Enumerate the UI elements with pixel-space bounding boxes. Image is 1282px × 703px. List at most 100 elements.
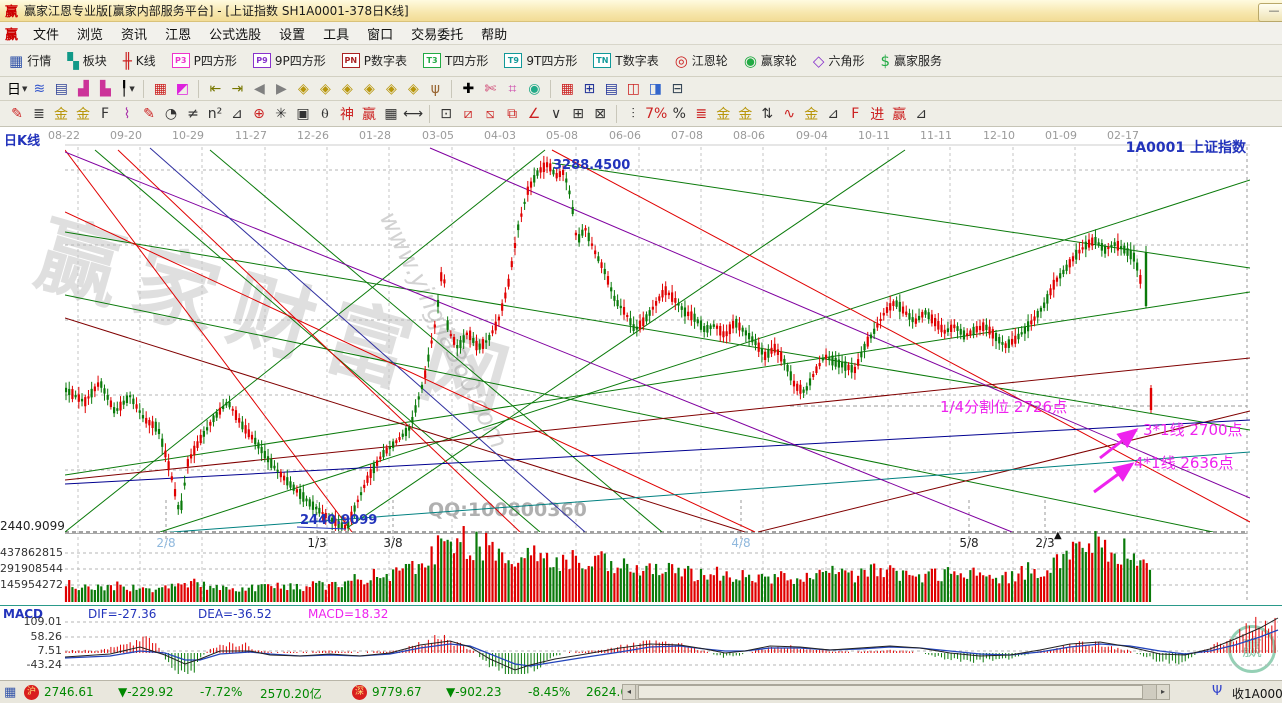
toolbar-button-sectors[interactable]: ▚板块 xyxy=(64,49,110,73)
toolbar-button-gann-wheel[interactable]: ◎江恩轮 xyxy=(672,49,731,73)
hand-drag-icon[interactable]: ψ xyxy=(425,79,445,99)
first-bar-icon[interactable]: ⇤ xyxy=(205,79,225,99)
scroll-thumb[interactable] xyxy=(638,685,1143,699)
last-bar-icon[interactable]: ⇥ xyxy=(227,79,247,99)
draw-tool-39-icon[interactable]: F xyxy=(845,104,865,124)
color-chart-icon[interactable]: ◩ xyxy=(172,79,192,99)
draw-tool-30-icon[interactable]: 7% xyxy=(645,104,667,124)
menu-item-2[interactable]: 资讯 xyxy=(112,22,156,45)
info-panel-icon[interactable]: ▤ xyxy=(51,79,71,99)
draw-tool-6-icon[interactable]: ✎ xyxy=(139,104,159,124)
draw-tool-25-icon[interactable]: ∨ xyxy=(546,104,566,124)
calendar-icon[interactable]: ▦ xyxy=(557,79,577,99)
draw-tool-5-icon[interactable]: ⌇ xyxy=(117,104,137,124)
scroll-track[interactable] xyxy=(636,684,1156,700)
scroll-right-arrow[interactable]: ▸ xyxy=(1156,684,1170,700)
draw-tool-12-icon[interactable]: ✳ xyxy=(271,104,291,124)
toolbar-button-9p-square[interactable]: P99P四方形 xyxy=(250,49,329,73)
crosshair-icon[interactable]: ✚ xyxy=(458,79,478,99)
save-icon[interactable]: ◫ xyxy=(623,79,643,99)
toolbar-button-t-square[interactable]: T3T四方形 xyxy=(420,49,491,73)
draw-tool-3-icon[interactable]: 金 xyxy=(73,104,93,124)
draw-tool-29-icon[interactable]: ⫶ xyxy=(623,104,643,124)
draw-tool-18-icon[interactable]: ⟷ xyxy=(403,104,423,124)
calculator-icon[interactable]: ⊞ xyxy=(579,79,599,99)
menu-item-8[interactable]: 交易委托 xyxy=(402,22,472,45)
draw-tool-24-icon[interactable]: ∠ xyxy=(524,104,544,124)
minimize-button[interactable]: — xyxy=(1258,3,1282,22)
menu-item-7[interactable]: 窗口 xyxy=(358,22,402,45)
draw-tool-32-icon[interactable]: ≣ xyxy=(691,104,711,124)
toolbar-button-winner-wheel[interactable]: ◉赢家轮 xyxy=(741,49,800,73)
horizontal-scrollbar[interactable]: ◂ ▸ xyxy=(622,684,1170,700)
notes-icon[interactable]: ▤ xyxy=(601,79,621,99)
candle-style-icon[interactable]: ╿▼ xyxy=(117,79,137,99)
toolbar-button-kline[interactable]: ╫K线 xyxy=(120,49,159,73)
status-grid-icon[interactable]: ▦ xyxy=(4,685,16,700)
draw-tool-20-icon[interactable]: ⊡ xyxy=(436,104,456,124)
menu-item-9[interactable]: 帮助 xyxy=(472,22,516,45)
draw-tool-1-icon[interactable]: ≣ xyxy=(29,104,49,124)
draw-tool-11-icon[interactable]: ⊕ xyxy=(249,104,269,124)
toolbar-button-t-number-table[interactable]: TNT数字表 xyxy=(590,49,661,73)
draw-tool-40-icon[interactable]: 进 xyxy=(867,104,887,124)
measure-tool-icon[interactable]: ⌗ xyxy=(502,79,522,99)
toolbar-button-p-square[interactable]: P3P四方形 xyxy=(169,49,240,73)
small-chart-9-icon[interactable]: ▙ xyxy=(95,79,115,99)
menu-item-1[interactable]: 浏览 xyxy=(68,22,112,45)
toolbar-button-9t-square[interactable]: T99T四方形 xyxy=(501,49,580,73)
trend-tool-icon[interactable]: ≋ xyxy=(29,79,49,99)
toolbar-button-p-number-table[interactable]: PNP数字表 xyxy=(339,49,410,73)
menu-item-4[interactable]: 公式选股 xyxy=(200,22,270,45)
draw-tool-31-icon[interactable]: % xyxy=(669,104,689,124)
draw-tool-23-icon[interactable]: ⧉ xyxy=(502,104,522,124)
gann-angle-5-icon[interactable]: ◈ xyxy=(381,79,401,99)
prev-bar-icon[interactable]: ◀ xyxy=(249,79,269,99)
draw-tool-4-icon[interactable]: F xyxy=(95,104,115,124)
small-chart-3-icon[interactable]: ▟ xyxy=(73,79,93,99)
draw-tool-21-icon[interactable]: ⧄ xyxy=(458,104,478,124)
draw-tool-41-icon[interactable]: 赢 xyxy=(889,104,909,124)
toolbar-button-winner-service[interactable]: $赢家服务 xyxy=(877,49,945,73)
draw-tool-0-icon[interactable]: ✎ xyxy=(7,104,27,124)
draw-tool-26-icon[interactable]: ⊞ xyxy=(568,104,588,124)
toolbar-button-hexagon[interactable]: ◇六角形 xyxy=(810,49,868,73)
chart-region[interactable]: 赢家财富网 www.yingjia360.com QQ:100800360 赢 … xyxy=(0,127,1282,680)
print-icon[interactable]: ⊟ xyxy=(667,79,687,99)
draw-tool-27-icon[interactable]: ⊠ xyxy=(590,104,610,124)
draw-tool-35-icon[interactable]: ⇅ xyxy=(757,104,777,124)
draw-tool-2-icon[interactable]: 金 xyxy=(51,104,71,124)
export-icon[interactable]: ◨ xyxy=(645,79,665,99)
toolbar-button-quotes[interactable]: ▦行情 xyxy=(6,49,54,73)
draw-tool-34-icon[interactable]: 金 xyxy=(735,104,755,124)
gann-angle-6-icon[interactable]: ◈ xyxy=(403,79,423,99)
red-frame-icon[interactable]: ▦ xyxy=(150,79,170,99)
menu-item-5[interactable]: 设置 xyxy=(270,22,314,45)
chart-canvas[interactable] xyxy=(0,127,1282,680)
cut-tool-icon[interactable]: ✄ xyxy=(480,79,500,99)
draw-tool-16-icon[interactable]: 赢 xyxy=(359,104,379,124)
draw-tool-33-icon[interactable]: 金 xyxy=(713,104,733,124)
gann-angle-4-icon[interactable]: ◈ xyxy=(359,79,379,99)
gann-angle-1-icon[interactable]: ◈ xyxy=(293,79,313,99)
draw-tool-9-icon[interactable]: n² xyxy=(205,104,225,124)
analysis-tool-icon[interactable]: ◉ xyxy=(524,79,544,99)
draw-tool-14-icon[interactable]: ⍬ xyxy=(315,104,335,124)
draw-tool-13-icon[interactable]: ▣ xyxy=(293,104,313,124)
menu-item-3[interactable]: 江恩 xyxy=(156,22,200,45)
period-selector-icon[interactable]: 日▼ xyxy=(7,79,27,99)
draw-tool-22-icon[interactable]: ⧅ xyxy=(480,104,500,124)
draw-tool-17-icon[interactable]: ▦ xyxy=(381,104,401,124)
draw-tool-42-icon[interactable]: ⊿ xyxy=(911,104,931,124)
draw-tool-8-icon[interactable]: ≠ xyxy=(183,104,203,124)
menu-item-6[interactable]: 工具 xyxy=(314,22,358,45)
draw-tool-15-icon[interactable]: 神 xyxy=(337,104,357,124)
gann-angle-2-icon[interactable]: ◈ xyxy=(315,79,335,99)
draw-tool-7-icon[interactable]: ◔ xyxy=(161,104,181,124)
menu-item-0[interactable]: 文件 xyxy=(24,22,68,45)
gann-angle-3-icon[interactable]: ◈ xyxy=(337,79,357,99)
draw-tool-38-icon[interactable]: ⊿ xyxy=(823,104,843,124)
draw-tool-36-icon[interactable]: ∿ xyxy=(779,104,799,124)
scroll-left-arrow[interactable]: ◂ xyxy=(622,684,636,700)
next-bar-icon[interactable]: ▶ xyxy=(271,79,291,99)
